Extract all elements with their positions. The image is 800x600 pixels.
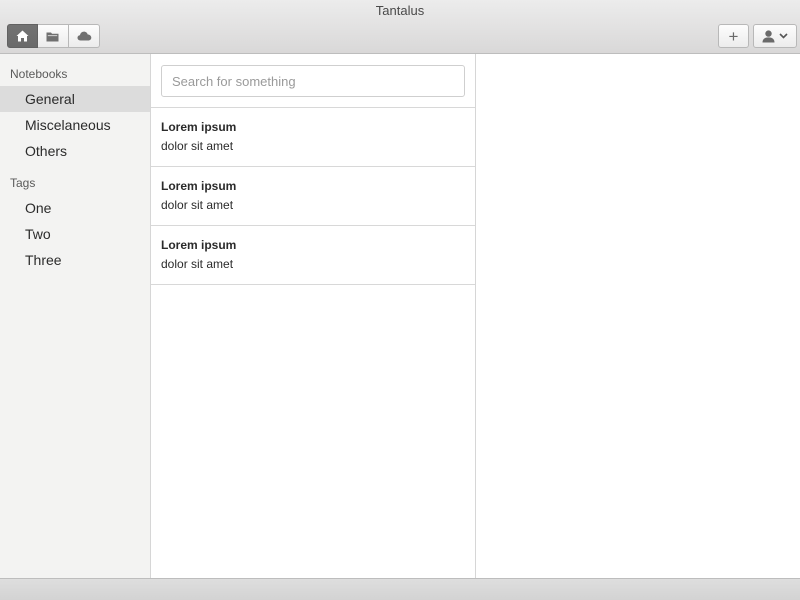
sidebar-tag-three[interactable]: Three xyxy=(0,247,150,273)
title-bar: Tantalus + xyxy=(0,0,800,54)
folder-icon xyxy=(46,32,59,41)
note-item[interactable]: Lorem ipsum dolor sit amet xyxy=(151,167,475,226)
chevron-down-icon xyxy=(779,33,788,39)
note-title: Lorem ipsum xyxy=(161,238,237,252)
sidebar: Notebooks General Miscelaneous Others Ta… xyxy=(0,54,151,578)
add-label: + xyxy=(728,26,739,46)
search-bar xyxy=(151,54,475,108)
sidebar-item-miscelaneous[interactable]: Miscelaneous xyxy=(0,112,150,138)
search-input[interactable] xyxy=(161,65,465,97)
add-note-button[interactable]: + xyxy=(718,24,749,48)
user-menu-button[interactable] xyxy=(753,24,797,48)
notebooks-button[interactable] xyxy=(38,24,69,48)
note-editor[interactable] xyxy=(476,54,800,578)
note-list: Lorem ipsum dolor sit amet Lorem ipsum d… xyxy=(151,54,476,578)
home-icon xyxy=(16,30,29,42)
sidebar-item-general[interactable]: General xyxy=(0,86,150,112)
cloud-icon xyxy=(77,31,91,41)
note-item[interactable]: Lorem ipsum dolor sit amet xyxy=(151,226,475,285)
status-bar xyxy=(0,578,800,600)
notebooks-heading: Notebooks xyxy=(10,67,68,81)
sidebar-tag-one[interactable]: One xyxy=(0,195,150,221)
note-preview: dolor sit amet xyxy=(161,139,234,153)
note-title: Lorem ipsum xyxy=(161,179,237,193)
note-item[interactable]: Lorem ipsum dolor sit amet xyxy=(151,108,475,167)
note-preview: dolor sit amet xyxy=(161,257,234,271)
sidebar-tag-two[interactable]: Two xyxy=(0,221,150,247)
note-title: Lorem ipsum xyxy=(161,120,237,134)
tags-heading: Tags xyxy=(10,176,36,190)
window-title: Tantalus xyxy=(375,3,425,18)
user-icon xyxy=(762,29,775,42)
sync-button[interactable] xyxy=(69,24,100,48)
home-button[interactable] xyxy=(7,24,38,48)
app-window: Tantalus + Notebooks General Miscelaneou… xyxy=(0,0,800,600)
view-switcher xyxy=(7,24,100,48)
sidebar-item-others[interactable]: Others xyxy=(0,138,150,164)
note-preview: dolor sit amet xyxy=(161,198,234,212)
